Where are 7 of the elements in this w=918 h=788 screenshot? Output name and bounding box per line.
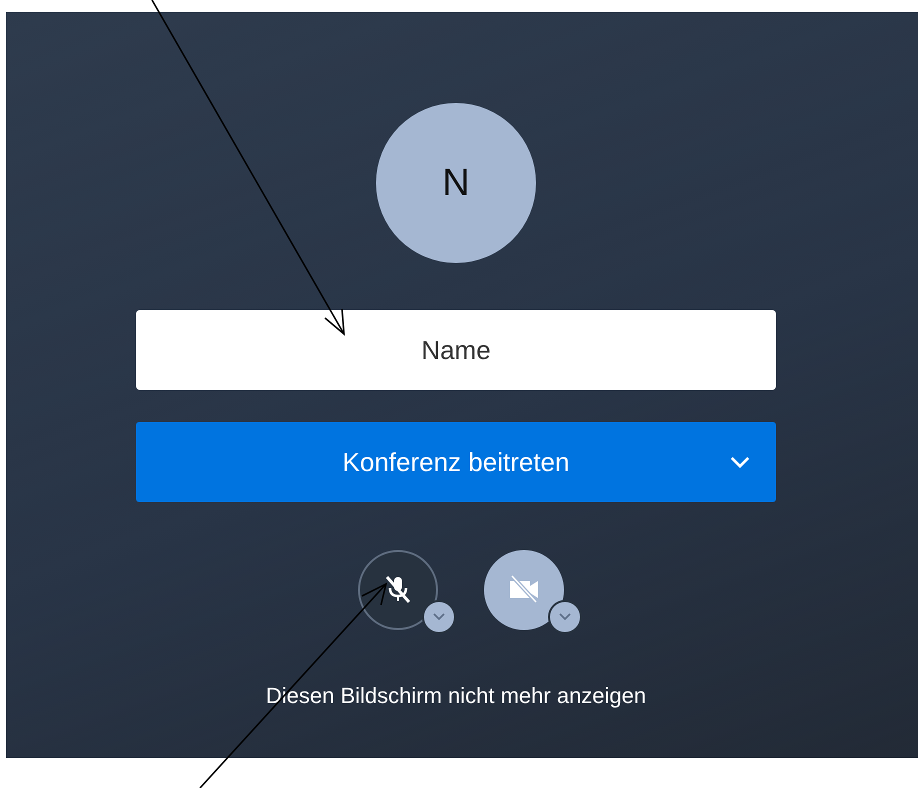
- join-button[interactable]: Konferenz beitreten: [136, 422, 776, 502]
- chevron-down-icon: [559, 613, 571, 621]
- chevron-down-icon[interactable]: [729, 455, 751, 470]
- name-field[interactable]: Name: [136, 310, 776, 390]
- avatar: N: [376, 103, 536, 263]
- chevron-down-icon: [433, 613, 445, 621]
- dont-show-again-link[interactable]: Diesen Bildschirm nicht mehr anzeigen: [266, 683, 646, 709]
